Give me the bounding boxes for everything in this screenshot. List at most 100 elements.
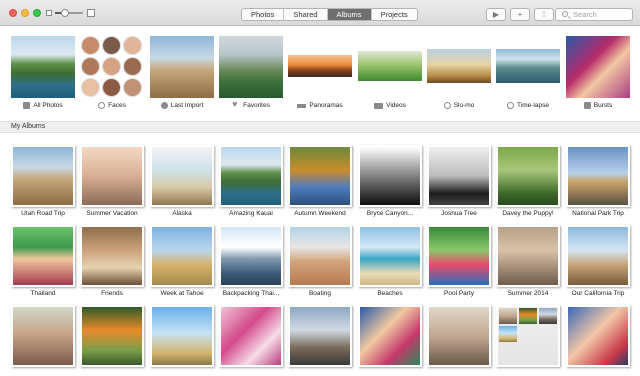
album-davey-the-puppy[interactable]: Davey the Puppy! <box>496 145 560 221</box>
grid-icon <box>23 102 31 109</box>
album-panoramas[interactable]: Panoramas <box>288 27 352 121</box>
plus-icon: + <box>517 10 523 19</box>
add-button[interactable]: + <box>510 8 530 21</box>
album-label: Beaches <box>377 290 403 297</box>
album-slo-mo[interactable]: Slo-mo <box>427 27 491 121</box>
photos-window: Photos Shared Albums Projects ▶ + ⇧ Sear… <box>0 0 640 376</box>
album-pool-party[interactable]: Pool Party <box>427 225 491 301</box>
album-thailand[interactable]: Thailand <box>11 225 75 301</box>
panorama-icon <box>297 103 307 108</box>
album-label: Davey the Puppy! <box>502 210 554 217</box>
album-friends[interactable]: Friends <box>80 225 144 301</box>
album-row3-5[interactable] <box>288 305 352 376</box>
album-thumbnail <box>427 225 491 287</box>
album-thumbnail <box>219 225 283 287</box>
album-label: Favorites <box>243 102 270 109</box>
album-thumbnail <box>496 305 560 367</box>
album-label: Summer 2014 <box>507 290 549 297</box>
album-row3-9[interactable] <box>566 305 630 376</box>
album-thumbnail <box>80 305 144 367</box>
clock-icon <box>160 102 168 109</box>
album-label: Videos <box>386 102 406 109</box>
album-summer-2014[interactable]: Summer 2014 <box>496 225 560 301</box>
album-summer-vacation[interactable]: Summer Vacation <box>80 145 144 221</box>
zoom-slider-knob[interactable] <box>61 9 69 17</box>
album-label: Boating <box>308 290 332 297</box>
album-row3-8[interactable] <box>496 305 560 376</box>
album-label: National Park Trip <box>572 210 624 217</box>
album-thumbnail <box>427 145 491 207</box>
share-button[interactable]: ⇧ <box>534 8 554 21</box>
album-label: Last Import <box>170 102 204 109</box>
album-videos[interactable]: Videos <box>358 27 422 121</box>
album-thumbnail <box>496 145 560 207</box>
zoom-in-icon[interactable] <box>87 9 95 17</box>
album-time-lapse[interactable]: Time-lapse <box>496 27 560 121</box>
album-label: Utah Road Trip <box>21 210 65 217</box>
heart-icon <box>232 99 240 109</box>
album-joshua-tree[interactable]: Joshua Tree <box>427 145 491 221</box>
album-thumbnail <box>427 305 491 367</box>
album-row3-2[interactable] <box>80 305 144 376</box>
album-label: Panoramas <box>309 102 343 109</box>
album-alaska[interactable]: Alaska <box>150 145 214 221</box>
faces-thumbnail <box>80 36 144 98</box>
album-thumbnail <box>288 145 352 207</box>
tab-projects[interactable]: Projects <box>372 9 417 20</box>
album-row3-1[interactable] <box>11 305 75 376</box>
album-row3-6[interactable] <box>358 305 422 376</box>
album-bryce-canyon[interactable]: Bryce Canyon... <box>358 145 422 221</box>
section-title: My Albums <box>11 123 46 130</box>
person-icon <box>98 102 106 109</box>
album-thumbnail <box>150 225 214 287</box>
album-thumbnail <box>566 225 630 287</box>
slideshow-button[interactable]: ▶ <box>486 8 506 21</box>
album-faces[interactable]: Faces <box>80 27 144 121</box>
album-autumn-weekend[interactable]: Autumn Weekend <box>288 145 352 221</box>
album-thumbnail <box>150 145 214 207</box>
album-thumbnail <box>80 225 144 287</box>
timelapse-icon <box>507 102 515 109</box>
album-all-photos[interactable]: All Photos <box>11 27 75 121</box>
album-thumbnail <box>358 145 422 207</box>
close-window-button[interactable] <box>9 9 17 17</box>
album-label: Autumn Weekend <box>294 210 346 217</box>
search-input[interactable]: Search <box>555 8 633 21</box>
album-thumbnail <box>11 225 75 287</box>
album-row3-3[interactable] <box>150 305 214 376</box>
album-label: Pool Party <box>444 290 474 297</box>
album-utah-road-trip[interactable]: Utah Road Trip <box>11 145 75 221</box>
tab-shared[interactable]: Shared <box>284 9 328 20</box>
album-backpacking-thailand[interactable]: Backpacking Thai... <box>219 225 283 301</box>
album-label: Our California Trip <box>571 290 625 297</box>
album-row3-7[interactable] <box>427 305 491 376</box>
view-tabs: Photos Shared Albums Projects <box>241 8 418 21</box>
zoom-out-icon[interactable] <box>46 10 52 16</box>
tab-albums[interactable]: Albums <box>327 9 372 20</box>
album-thumbnail <box>150 305 214 367</box>
album-week-at-tahoe[interactable]: Week at Tahoe <box>150 225 214 301</box>
search-icon <box>562 11 568 17</box>
tab-photos[interactable]: Photos <box>242 9 285 20</box>
album-thumbnail <box>219 36 283 98</box>
album-national-park-trip[interactable]: National Park Trip <box>566 145 630 221</box>
album-boating[interactable]: Boating <box>288 225 352 301</box>
fullscreen-window-button[interactable] <box>33 9 41 17</box>
album-amazing-kauai[interactable]: Amazing Kauai <box>219 145 283 221</box>
album-bursts[interactable]: Bursts <box>566 27 630 121</box>
album-thumbnail <box>496 49 560 83</box>
zoom-slider[interactable] <box>55 12 83 14</box>
album-last-import[interactable]: Last Import <box>150 27 214 121</box>
minimize-window-button[interactable] <box>21 9 29 17</box>
album-label: All Photos <box>33 102 63 109</box>
album-favorites[interactable]: Favorites <box>219 27 283 121</box>
album-thumbnail <box>496 225 560 287</box>
album-beaches[interactable]: Beaches <box>358 225 422 301</box>
album-thumbnail <box>11 145 75 207</box>
album-row3-4[interactable] <box>219 305 283 376</box>
album-label: Joshua Tree <box>441 210 477 217</box>
album-thumbnail <box>358 51 422 81</box>
albums-grid: Utah Road Trip Summer Vacation Alaska Am… <box>0 134 640 376</box>
album-thumbnail <box>11 36 75 98</box>
album-our-california-trip[interactable]: Our California Trip <box>566 225 630 301</box>
